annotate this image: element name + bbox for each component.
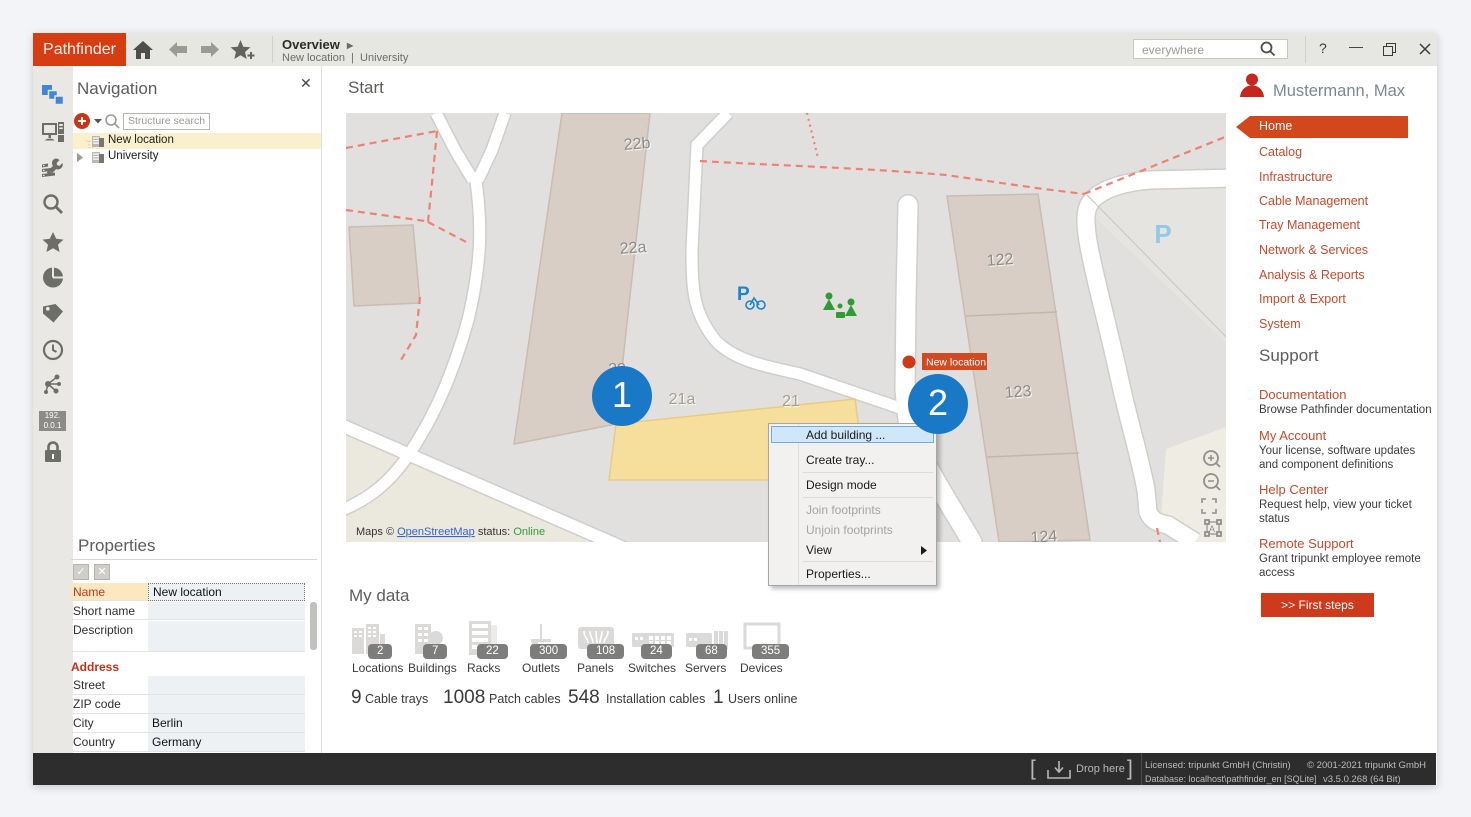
svg-text:21a: 21a (669, 391, 696, 408)
svg-text:21: 21 (782, 393, 800, 410)
svg-text:A: A (1209, 524, 1215, 534)
svg-text:22a: 22a (619, 239, 647, 258)
svg-text:P: P (1154, 219, 1171, 249)
svg-text:New location: New location (926, 357, 986, 369)
svg-text:123: 123 (1004, 383, 1032, 402)
svg-text:124: 124 (1030, 528, 1058, 542)
svg-text:122: 122 (986, 251, 1014, 270)
svg-text:22b: 22b (623, 135, 651, 154)
svg-text:Maps © OpenStreetMap status:: Maps © OpenStreetMap status: Online (356, 526, 545, 538)
